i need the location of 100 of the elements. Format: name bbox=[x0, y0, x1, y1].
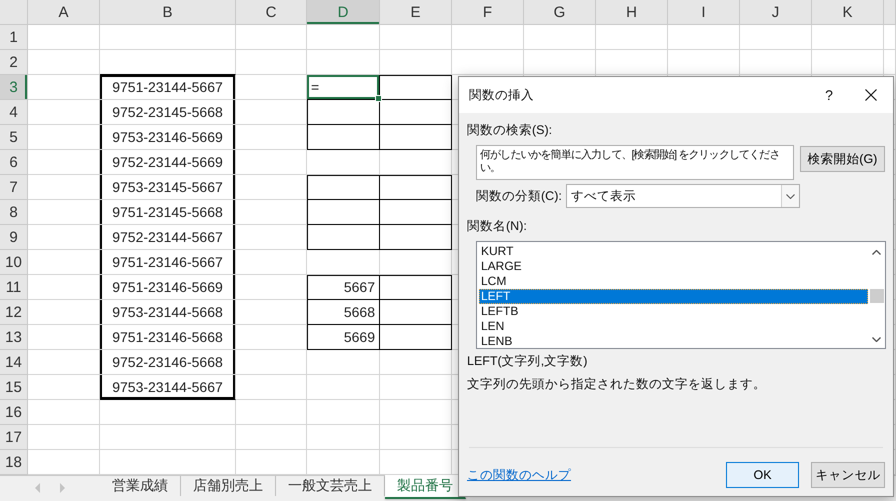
search-button[interactable]: 検索開始(G) bbox=[800, 146, 885, 172]
function-names-label: 関数名(N): bbox=[467, 218, 528, 235]
table-cell: 5668 bbox=[307, 300, 380, 325]
table-cell bbox=[380, 100, 452, 125]
table-cell bbox=[380, 275, 452, 300]
cancel-button[interactable]: キャンセル bbox=[811, 462, 885, 488]
column-header[interactable]: K bbox=[812, 0, 884, 25]
chevron-up-icon[interactable] bbox=[872, 250, 881, 255]
row-header[interactable]: 8 bbox=[0, 200, 28, 225]
table-cell bbox=[380, 25, 452, 50]
table-cell bbox=[524, 50, 596, 75]
table-cell: 9752-23144-5667 bbox=[100, 225, 236, 250]
row-header[interactable]: 4 bbox=[0, 100, 28, 125]
table-cell bbox=[28, 300, 100, 325]
row-header[interactable]: 11 bbox=[0, 275, 28, 300]
table-cell bbox=[28, 200, 100, 225]
row-header[interactable]: 6 bbox=[0, 150, 28, 175]
help-button[interactable]: ? bbox=[809, 87, 849, 103]
row-header[interactable]: 17 bbox=[0, 425, 28, 450]
table-cell bbox=[236, 375, 307, 400]
table-cell bbox=[28, 150, 100, 175]
row-header[interactable]: 1 bbox=[0, 25, 28, 50]
column-header[interactable]: H bbox=[596, 0, 668, 25]
table-cell bbox=[812, 25, 884, 50]
row-header[interactable]: 13 bbox=[0, 325, 28, 350]
function-description: 文字列の先頭から指定された数の文字を返します。 bbox=[467, 376, 767, 393]
table-cell: 9751-23146-5668 bbox=[100, 325, 236, 350]
row-header[interactable]: 5 bbox=[0, 125, 28, 150]
table-cell bbox=[236, 150, 307, 175]
scroll-right-icon[interactable] bbox=[59, 483, 65, 493]
select-all-button[interactable] bbox=[0, 0, 28, 25]
scroll-left-icon[interactable] bbox=[35, 483, 41, 493]
chevron-down-icon bbox=[786, 194, 795, 198]
table-cell bbox=[380, 50, 452, 75]
table-cell bbox=[812, 50, 884, 75]
row-header[interactable]: 18 bbox=[0, 450, 28, 475]
table-cell bbox=[236, 25, 307, 50]
column-header[interactable]: I bbox=[668, 0, 740, 25]
row-header[interactable]: 15 bbox=[0, 375, 28, 400]
table-cell bbox=[236, 175, 307, 200]
table-cell bbox=[236, 50, 307, 75]
column-header[interactable]: D bbox=[307, 0, 380, 25]
list-item[interactable]: LARGE bbox=[479, 259, 868, 274]
list-item[interactable]: LEN bbox=[479, 319, 868, 334]
table-cell bbox=[28, 425, 100, 450]
table-cell bbox=[596, 25, 668, 50]
column-header[interactable]: J bbox=[740, 0, 812, 25]
table-cell bbox=[236, 75, 307, 100]
column-header[interactable]: C bbox=[236, 0, 307, 25]
column-header[interactable]: F bbox=[452, 0, 524, 25]
table-cell: 9753-23144-5667 bbox=[100, 375, 236, 400]
table-cell bbox=[28, 275, 100, 300]
table-cell: 9751-23146-5667 bbox=[100, 250, 236, 275]
table-cell bbox=[740, 50, 812, 75]
search-field[interactable]: 何がしたいかを簡単に入力して、[検索開始] をクリックしてください。 bbox=[476, 145, 794, 180]
row-header[interactable]: 9 bbox=[0, 225, 28, 250]
row-header[interactable]: 3 bbox=[0, 75, 28, 100]
table-cell: 9752-23145-5668 bbox=[100, 100, 236, 125]
table-cell bbox=[596, 50, 668, 75]
table-cell bbox=[28, 225, 100, 250]
row-header[interactable]: 7 bbox=[0, 175, 28, 200]
table-cell bbox=[28, 100, 100, 125]
table-cell bbox=[236, 300, 307, 325]
row-header[interactable]: 12 bbox=[0, 300, 28, 325]
table-cell bbox=[380, 75, 452, 100]
function-syntax: LEFT(文字列,文字数) bbox=[467, 353, 588, 370]
table-cell: 9753-23146-5669 bbox=[100, 125, 236, 150]
list-item[interactable]: LCM bbox=[479, 274, 868, 289]
chevron-down-icon[interactable] bbox=[872, 337, 881, 342]
sheet-tab[interactable]: 製品番号 bbox=[385, 475, 466, 499]
table-cell: 9751-23146-5669 bbox=[100, 275, 236, 300]
table-cell bbox=[452, 25, 524, 50]
list-item[interactable]: KURT bbox=[479, 244, 868, 259]
column-header[interactable]: G bbox=[524, 0, 596, 25]
table-cell: 9752-23144-5669 bbox=[100, 150, 236, 175]
fill-handle[interactable] bbox=[375, 95, 382, 102]
scrollbar-thumb[interactable] bbox=[870, 289, 884, 303]
table-cell bbox=[236, 100, 307, 125]
table-cell bbox=[740, 25, 812, 50]
table-cell bbox=[28, 75, 100, 100]
row-header[interactable]: 10 bbox=[0, 250, 28, 275]
list-item[interactable]: LEFTB bbox=[479, 304, 868, 319]
table-cell: = bbox=[307, 75, 380, 100]
ok-button[interactable]: OK bbox=[726, 462, 799, 488]
category-dropdown[interactable]: すべて表示 bbox=[566, 184, 800, 208]
row-header[interactable]: 2 bbox=[0, 50, 28, 75]
list-item[interactable]: LEFT bbox=[479, 289, 868, 304]
column-header[interactable]: B bbox=[100, 0, 236, 25]
help-link[interactable]: この関数のヘルプ bbox=[467, 466, 714, 484]
table-cell: 9751-23144-5667 bbox=[100, 75, 236, 100]
list-item[interactable]: LENB bbox=[479, 334, 868, 349]
close-icon[interactable] bbox=[865, 89, 877, 101]
column-header[interactable] bbox=[884, 0, 896, 25]
row-header[interactable]: 14 bbox=[0, 350, 28, 375]
table-cell bbox=[668, 50, 740, 75]
column-header[interactable]: E bbox=[380, 0, 452, 25]
column-header[interactable]: A bbox=[28, 0, 100, 25]
table-cell bbox=[236, 325, 307, 350]
table-cell bbox=[28, 175, 100, 200]
row-header[interactable]: 16 bbox=[0, 400, 28, 425]
